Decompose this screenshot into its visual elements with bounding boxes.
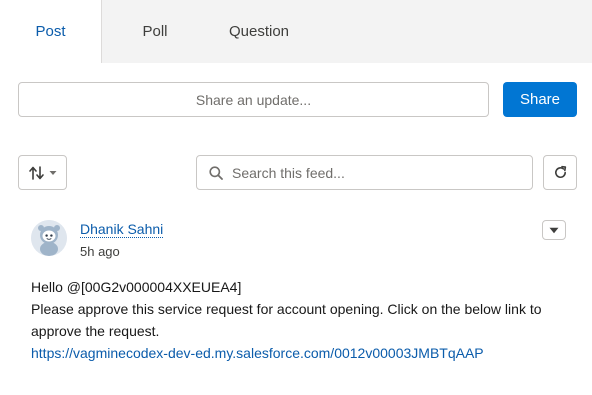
publisher: Post Poll Question Share an update... Sh… xyxy=(0,0,592,136)
refresh-button[interactable] xyxy=(543,155,577,190)
sort-arrows-icon xyxy=(28,165,44,180)
chevron-down-icon xyxy=(49,170,56,175)
share-row: Share an update... Share xyxy=(0,63,592,136)
sort-button[interactable] xyxy=(18,155,67,190)
post-actions-menu-button[interactable] xyxy=(542,220,566,240)
feed-search-input[interactable]: Search this feed... xyxy=(196,155,533,190)
tab-post[interactable]: Post xyxy=(0,0,102,63)
tab-poll[interactable]: Poll xyxy=(104,0,206,63)
share-button[interactable]: Share xyxy=(503,82,577,117)
tab-question[interactable]: Question xyxy=(206,0,312,63)
post-body: Hello @[00G2v000004XXEUEA4] Please appro… xyxy=(31,276,576,364)
avatar[interactable] xyxy=(31,220,67,256)
share-update-input[interactable]: Share an update... xyxy=(18,82,489,117)
post-timestamp[interactable]: 5h ago xyxy=(80,244,120,260)
refresh-icon xyxy=(554,165,566,178)
user-avatar-icon xyxy=(31,220,67,256)
search-placeholder: Search this feed... xyxy=(232,164,345,181)
post-record-link[interactable]: https://vagminecodex-dev-ed.my.salesforc… xyxy=(31,345,484,361)
author-name-link[interactable]: Dhanik Sahni xyxy=(80,221,164,238)
publisher-tabs: Post Poll Question xyxy=(0,0,592,63)
chevron-down-icon xyxy=(549,227,559,233)
post-text-line: approve the request. xyxy=(31,323,160,339)
post-text-line: Please approve this service request for … xyxy=(31,301,542,317)
search-icon xyxy=(209,165,223,180)
post-text-line: Hello @[00G2v000004XXEUEA4] xyxy=(31,279,242,295)
